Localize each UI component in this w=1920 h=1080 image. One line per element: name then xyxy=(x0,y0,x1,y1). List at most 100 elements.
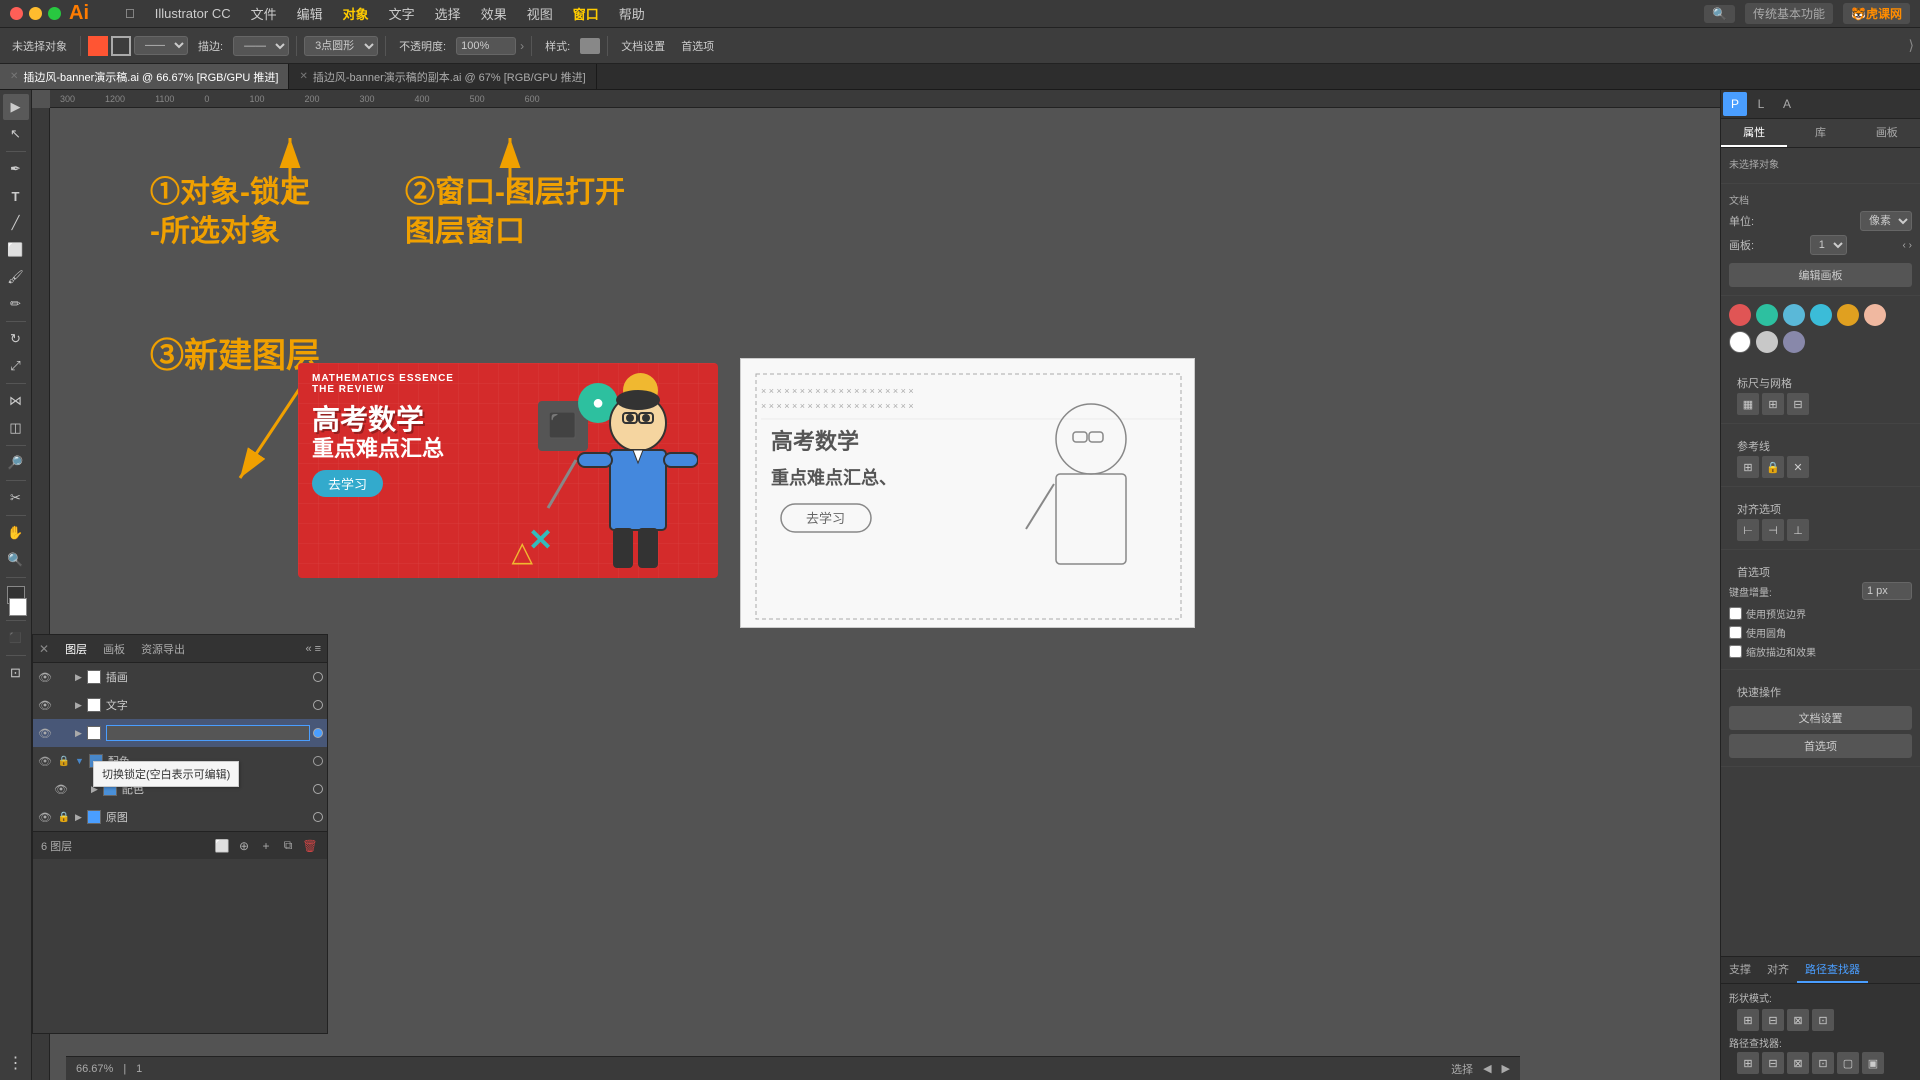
minus-front-button[interactable]: ⊟ xyxy=(1762,1009,1784,1031)
delete-layer-button[interactable]: 🗑 xyxy=(301,837,319,855)
quick-doc-settings-button[interactable]: 文档设置 xyxy=(1729,706,1912,730)
layer-eye-illustration[interactable]: 👁 xyxy=(37,669,53,685)
menu-help[interactable]: 帮助 xyxy=(611,2,653,25)
clear-guides[interactable]: ✕ xyxy=(1787,456,1809,478)
nav-arrow-left[interactable]: ◀ xyxy=(1483,1062,1491,1075)
tab-close-2[interactable]: ✕ xyxy=(299,71,307,82)
stroke-color[interactable] xyxy=(9,598,27,616)
tab-2[interactable]: ✕ 插边风-banner演示稿的副本.ai @ 67% [RGB/GPU 推进] xyxy=(289,64,596,89)
hand-tool[interactable]: ✋ xyxy=(3,520,29,546)
divide-button[interactable]: ⊞ xyxy=(1737,1052,1759,1074)
guide-toggle[interactable]: ⊟ xyxy=(1787,393,1809,415)
menu-file[interactable]: 文件 xyxy=(243,2,285,25)
change-screen-mode[interactable]: ⊡ xyxy=(3,660,29,686)
zoom-tool[interactable]: 🔍 xyxy=(3,547,29,573)
menu-apple[interactable]:  xyxy=(117,4,143,23)
swatch-gray[interactable] xyxy=(1756,331,1778,353)
menu-effect[interactable]: 效果 xyxy=(473,2,515,25)
layer-lock-color[interactable]: 🔒 xyxy=(56,753,72,769)
tab-properties[interactable]: 属性 xyxy=(1721,119,1787,147)
gradient-tool[interactable]: ◫ xyxy=(3,415,29,441)
align-center-h[interactable]: ⊣ xyxy=(1762,519,1784,541)
lock-guides[interactable]: 🔒 xyxy=(1762,456,1784,478)
menu-view[interactable]: 视图 xyxy=(519,2,561,25)
stroke-type-dropdown[interactable]: —— xyxy=(134,36,188,55)
layer-expand-illustration[interactable]: ▶ xyxy=(75,672,82,683)
trim-button[interactable]: ⊟ xyxy=(1762,1052,1784,1074)
exclude-button[interactable]: ⊡ xyxy=(1812,1009,1834,1031)
layer-eye-editing[interactable]: 👁 xyxy=(37,725,53,741)
intersect-button[interactable]: ⊠ xyxy=(1787,1009,1809,1031)
layers-close-icon[interactable]: ✕ xyxy=(39,642,49,656)
shape-tool[interactable]: ⬜ xyxy=(3,237,29,263)
swatch-peach[interactable] xyxy=(1864,304,1886,326)
layer-expand-text[interactable]: ▶ xyxy=(75,700,82,711)
stroke-swatch[interactable] xyxy=(111,36,131,56)
layer-item-original[interactable]: 👁 🔒 ▶ 原图 xyxy=(33,803,327,831)
nav-arrow-right[interactable]: ▶ xyxy=(1502,1062,1510,1075)
menu-window[interactable]: 窗口 xyxy=(565,2,607,25)
unite-button[interactable]: ⊞ xyxy=(1737,1009,1759,1031)
opacity-input[interactable] xyxy=(456,37,516,55)
layer-eye-text[interactable]: 👁 xyxy=(37,697,53,713)
fill-swatch[interactable] xyxy=(88,36,108,56)
eyedropper-tool[interactable]: 🔎 xyxy=(3,450,29,476)
menu-edit[interactable]: 编辑 xyxy=(289,2,331,25)
maximize-button[interactable] xyxy=(48,7,61,20)
pen-tool[interactable]: ✒ xyxy=(3,156,29,182)
layer-expand-original[interactable]: ▶ xyxy=(75,812,82,823)
layer-item-editing[interactable]: 👁 ▶ xyxy=(33,719,327,747)
swatch-orange[interactable] xyxy=(1837,304,1859,326)
rotate-tool[interactable]: ↻ xyxy=(3,326,29,352)
scissors-tool[interactable]: ✂ xyxy=(3,485,29,511)
merge-button[interactable]: ⊠ xyxy=(1787,1052,1809,1074)
direct-selection-tool[interactable]: ↖ xyxy=(3,121,29,147)
panel-menu-icon[interactable]: ≡ xyxy=(315,643,321,655)
menu-object[interactable]: 对象 xyxy=(335,2,377,25)
pencil-tool[interactable]: ✏ xyxy=(3,291,29,317)
edit-artboard-button[interactable]: 编辑画板 xyxy=(1729,263,1912,287)
layers-tab-layers[interactable]: 图层 xyxy=(61,639,91,659)
make-clip-mask-button[interactable]: ⬜ xyxy=(213,837,231,855)
stroke-dropdown[interactable]: —— xyxy=(233,36,289,56)
artboard-nav[interactable]: ‹ › xyxy=(1903,240,1912,251)
menu-illustrator[interactable]: Illustrator CC xyxy=(147,4,239,23)
more-tools[interactable]: ⋮ xyxy=(3,1050,29,1076)
library-icon[interactable]: L xyxy=(1749,92,1773,116)
swatch-cyan[interactable] xyxy=(1810,304,1832,326)
menu-select[interactable]: 选择 xyxy=(427,2,469,25)
scale-tool[interactable]: ⤢ xyxy=(3,353,29,379)
banner-cta[interactable]: 去学习 xyxy=(312,470,383,497)
ruler-toggle[interactable]: ▦ xyxy=(1737,393,1759,415)
preview-bounds-checkbox[interactable] xyxy=(1729,607,1742,620)
layer-eye-color[interactable]: 👁 xyxy=(37,753,53,769)
type-tool[interactable]: T xyxy=(3,183,29,209)
new-sublayer-button[interactable]: ⊕ xyxy=(235,837,253,855)
search-button[interactable]: 🔍 xyxy=(1704,5,1735,23)
unit-dropdown[interactable]: 像素 xyxy=(1860,211,1912,231)
artboard-dropdown[interactable]: 1 xyxy=(1810,235,1847,255)
align-left[interactable]: ⊢ xyxy=(1737,519,1759,541)
doc-settings-button[interactable]: 文档设置 xyxy=(615,36,671,56)
layer-expand-editing[interactable]: ▶ xyxy=(75,728,82,739)
selection-tool[interactable]: ▶ xyxy=(3,94,29,120)
panel-expand-icon[interactable]: ⟩ xyxy=(1909,37,1914,54)
tab-pathfinder[interactable]: 路径查找器 xyxy=(1797,957,1868,983)
layer-eye-original[interactable]: 👁 xyxy=(37,809,53,825)
tab-1[interactable]: ✕ 插边风-banner演示稿.ai @ 66.67% [RGB/GPU 推进] xyxy=(0,64,289,89)
tab-artboard[interactable]: 画板 xyxy=(1854,119,1920,147)
layers-tab-artboards[interactable]: 画板 xyxy=(99,639,129,659)
layer-eye-color-child[interactable]: 👁 xyxy=(53,781,69,797)
scale-strokes-checkbox[interactable] xyxy=(1729,645,1742,658)
paintbrush-tool[interactable]: 🖌 xyxy=(3,264,29,290)
grid-toggle[interactable]: ⊞ xyxy=(1762,393,1784,415)
show-guides[interactable]: ⊞ xyxy=(1737,456,1759,478)
swatch-purple-gray[interactable] xyxy=(1783,331,1805,353)
layers-tab-assets[interactable]: 资源导出 xyxy=(137,639,189,659)
layer-expand-color[interactable]: ▼ xyxy=(75,756,84,766)
artboard-icon[interactable]: A xyxy=(1775,92,1799,116)
opacity-arrow-right[interactable]: › xyxy=(520,39,524,53)
layer-name-editing-input[interactable] xyxy=(106,725,310,741)
outline-button[interactable]: ▢ xyxy=(1837,1052,1859,1074)
quick-prefs-button[interactable]: 首选项 xyxy=(1729,734,1912,758)
